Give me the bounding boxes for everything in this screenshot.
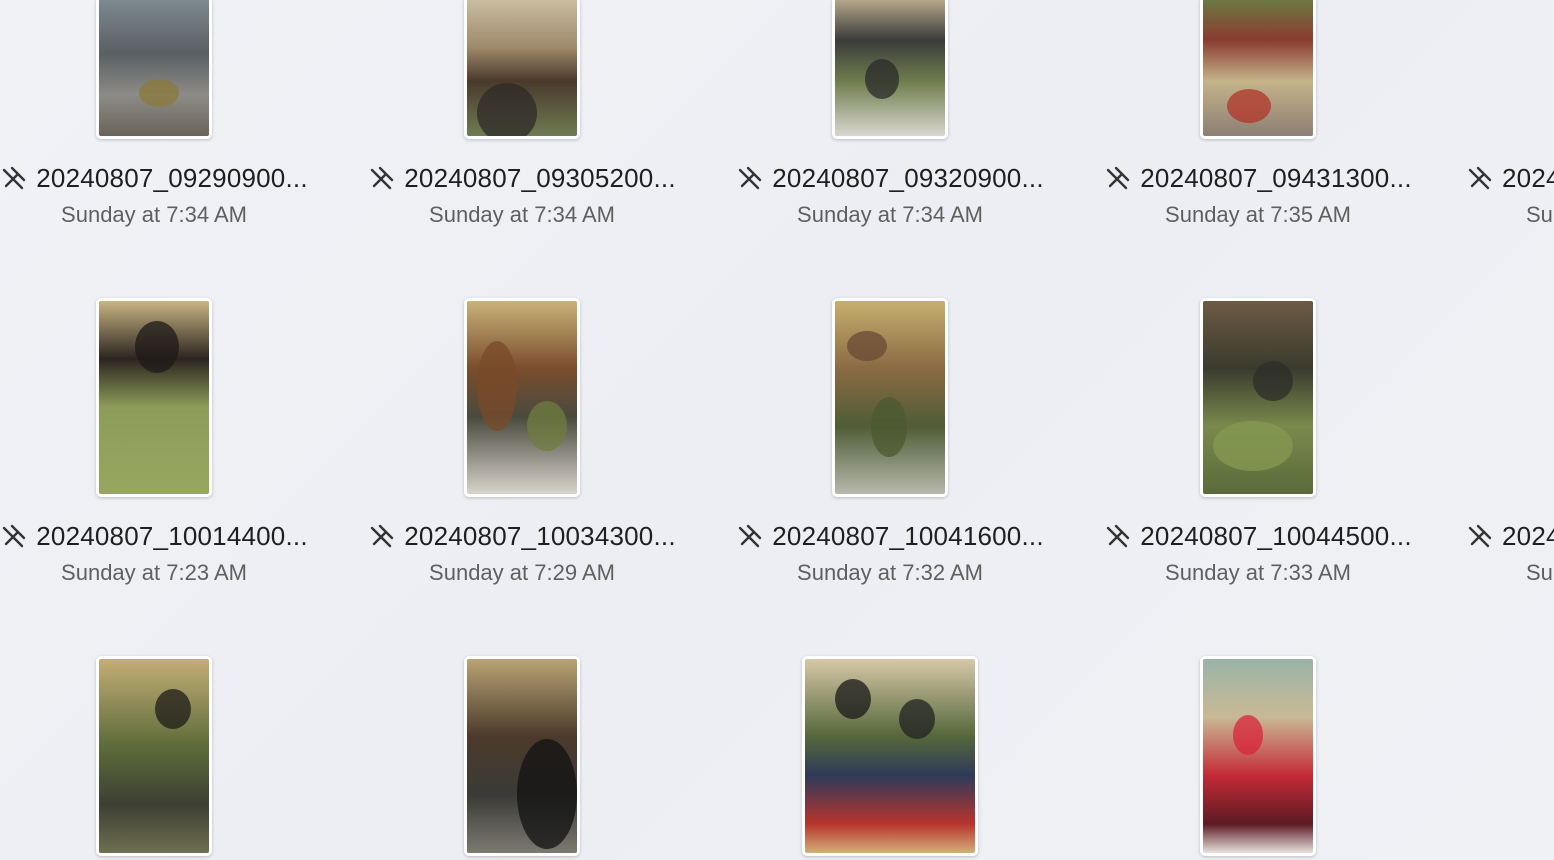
- file-item[interactable]: 2024 Su: [1442, 0, 1554, 280]
- file-date: Sunday at 7:29 AM: [429, 560, 615, 585]
- thumbnail[interactable]: [96, 0, 212, 139]
- file-item[interactable]: 20240807_10034300... Sunday at 7:29 AM: [338, 298, 706, 638]
- thumbnail[interactable]: [1200, 656, 1316, 856]
- file-name-row[interactable]: 20240807_10041600...: [706, 518, 1074, 554]
- file-name-row[interactable]: 20240807_10034300...: [338, 518, 706, 554]
- file-name: 20240807_10034300...: [404, 520, 676, 551]
- sync-unavailable-icon: [1107, 524, 1130, 548]
- file-name: 20240807_09290900...: [36, 162, 308, 193]
- sync-unavailable-icon: [3, 166, 26, 190]
- file-date: Su: [1526, 202, 1553, 227]
- sync-unavailable-icon: [1468, 166, 1492, 190]
- file-date: Sunday at 7:23 AM: [61, 560, 247, 585]
- file-date: Sunday at 7:34 AM: [61, 202, 247, 227]
- sync-unavailable-icon: [3, 524, 26, 548]
- file-name: 20240807_09320900...: [772, 162, 1044, 193]
- file-name: 20240807_10044500...: [1140, 520, 1412, 551]
- thumbnail[interactable]: [464, 0, 580, 139]
- file-item[interactable]: [706, 656, 1074, 860]
- sync-unavailable-icon: [739, 524, 762, 548]
- sync-unavailable-icon: [371, 524, 394, 548]
- file-item[interactable]: [338, 656, 706, 860]
- file-name-row[interactable]: 20240807_09431300...: [1074, 160, 1442, 196]
- file-name: 20240807_09305200...: [404, 162, 676, 193]
- file-item[interactable]: 20240807_09305200... Sunday at 7:34 AM: [338, 0, 706, 280]
- file-name-row[interactable]: 2024: [1442, 160, 1554, 196]
- thumbnail[interactable]: [802, 656, 978, 856]
- file-name-row[interactable]: 20240807_09320900...: [706, 160, 1074, 196]
- file-item[interactable]: [1074, 656, 1442, 860]
- sync-unavailable-icon: [1107, 166, 1130, 190]
- file-name-row[interactable]: 20240807_09290900...: [0, 160, 338, 196]
- file-date: Sunday at 7:35 AM: [1165, 202, 1351, 227]
- file-item[interactable]: [0, 656, 338, 860]
- file-date: Sunday at 7:32 AM: [797, 560, 983, 585]
- file-item[interactable]: 2024 Su: [1442, 298, 1554, 638]
- thumbnail[interactable]: [464, 298, 580, 497]
- file-name-row[interactable]: 20240807_09305200...: [338, 160, 706, 196]
- file-item[interactable]: 20240807_10014400... Sunday at 7:23 AM: [0, 298, 338, 638]
- file-item[interactable]: 20240807_10044500... Sunday at 7:33 AM: [1074, 298, 1442, 638]
- sync-unavailable-icon: [371, 166, 394, 190]
- thumbnail[interactable]: [1200, 0, 1316, 139]
- thumbnail[interactable]: [832, 298, 948, 497]
- file-date: Sunday at 7:34 AM: [797, 202, 983, 227]
- file-name-row[interactable]: 2024: [1442, 518, 1554, 554]
- file-item[interactable]: 20240807_09290900... Sunday at 7:34 AM: [0, 0, 338, 280]
- file-item[interactable]: 20240807_09431300... Sunday at 7:35 AM: [1074, 0, 1442, 280]
- file-date: Su: [1526, 560, 1553, 585]
- thumbnail[interactable]: [464, 656, 580, 856]
- file-item[interactable]: 20240807_09320900... Sunday at 7:34 AM: [706, 0, 1074, 280]
- file-item[interactable]: 20240807_10041600... Sunday at 7:32 AM: [706, 298, 1074, 638]
- file-name: 20240807_10041600...: [772, 520, 1044, 551]
- file-name: 20240807_10014400...: [36, 520, 308, 551]
- thumbnail[interactable]: [832, 0, 948, 139]
- file-name-row[interactable]: 20240807_10014400...: [0, 518, 338, 554]
- thumbnail[interactable]: [96, 656, 212, 856]
- thumbnail[interactable]: [96, 298, 212, 497]
- file-explorer-grid: 20240807_09290900... Sunday at 7:34 AM 2…: [0, 0, 1554, 860]
- file-name: 20240807_09431300...: [1140, 162, 1412, 193]
- file-date: Sunday at 7:34 AM: [429, 202, 615, 227]
- thumbnail[interactable]: [1200, 298, 1316, 497]
- sync-unavailable-icon: [1468, 524, 1492, 548]
- file-name: 2024: [1502, 162, 1554, 193]
- file-name-row[interactable]: 20240807_10044500...: [1074, 518, 1442, 554]
- file-date: Sunday at 7:33 AM: [1165, 560, 1351, 585]
- sync-unavailable-icon: [739, 166, 762, 190]
- file-name: 2024: [1502, 520, 1554, 551]
